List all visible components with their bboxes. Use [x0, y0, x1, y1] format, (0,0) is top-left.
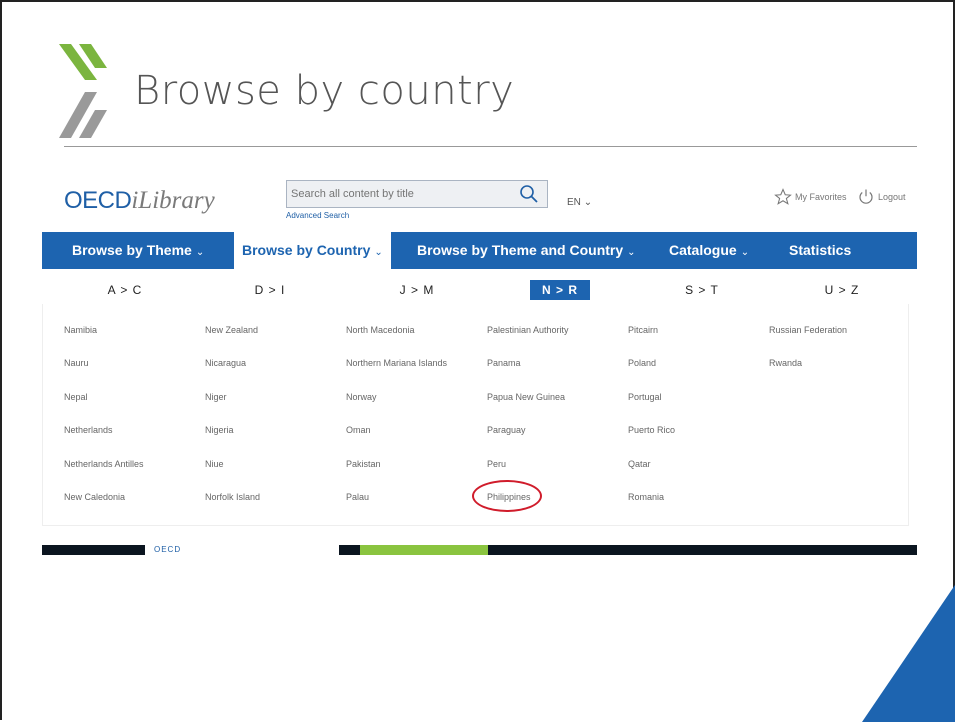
chevron-down-icon: ⌄ [740, 247, 750, 258]
slide-title: Browse by country [134, 68, 515, 114]
nav-browse-by-theme-and-country[interactable]: Browse by Theme and Country ⌄ [417, 232, 636, 269]
oecd-chevron-logo [59, 44, 107, 138]
power-icon [859, 189, 873, 204]
logo-primary: OECD [64, 187, 132, 214]
chevron-down-icon: ⌄ [195, 247, 205, 258]
country-link[interactable]: North Macedonia [346, 325, 415, 335]
country-link[interactable]: Romania [628, 492, 664, 502]
country-link[interactable]: Nepal [64, 392, 88, 402]
nav-browse-by-country[interactable]: Browse by Country ⌄ [234, 232, 391, 269]
letter-tab-n-r[interactable]: N > R [530, 280, 590, 300]
title-divider [64, 146, 917, 147]
country-link[interactable]: Russian Federation [769, 325, 847, 335]
country-link[interactable]: Paraguay [487, 425, 526, 435]
chevron-down-icon: ⌄ [583, 197, 593, 208]
country-link[interactable]: Northern Mariana Islands [346, 358, 447, 368]
star-icon [774, 188, 792, 205]
banner-logo: OECD [154, 545, 182, 554]
language-label: EN [567, 197, 581, 208]
country-link[interactable]: Peru [487, 459, 506, 469]
highlight-circle [472, 480, 542, 512]
oecd-ilibrary-logo[interactable]: OECDiLibrary [64, 187, 215, 215]
country-link[interactable]: Pakistan [346, 459, 381, 469]
country-link[interactable]: Palau [346, 492, 369, 502]
country-link[interactable]: Nigeria [205, 425, 234, 435]
country-link[interactable]: Norway [346, 392, 377, 402]
nav-label: Catalogue [669, 242, 737, 258]
country-link[interactable]: Rwanda [769, 358, 802, 368]
country-link[interactable]: Portugal [628, 392, 662, 402]
favorites-label: My Favorites [795, 192, 847, 202]
country-link[interactable]: Panama [487, 358, 521, 368]
country-link[interactable]: New Caledonia [64, 492, 125, 502]
country-link[interactable]: Pitcairn [628, 325, 658, 335]
chevron-down-icon: ⌄ [374, 247, 383, 258]
letter-tab-s-t[interactable]: S > T [672, 280, 732, 300]
country-link[interactable]: Poland [628, 358, 656, 368]
country-link[interactable]: Niue [205, 459, 224, 469]
corner-accent-shape [862, 584, 955, 722]
chevron-down-icon: ⌄ [627, 247, 636, 258]
search-icon[interactable] [519, 184, 539, 204]
country-link[interactable]: Qatar [628, 459, 651, 469]
logout-label: Logout [878, 192, 906, 202]
nav-label: Browse by Theme and Country [417, 242, 624, 258]
country-link[interactable]: Nauru [64, 358, 89, 368]
letter-tab-a-c[interactable]: A > C [95, 280, 155, 300]
language-selector[interactable]: EN ⌄ [567, 197, 592, 208]
search-box [286, 180, 548, 208]
nav-label: Browse by Country [242, 242, 371, 258]
country-link[interactable]: Nicaragua [205, 358, 246, 368]
country-link[interactable]: New Zealand [205, 325, 258, 335]
country-link[interactable]: Oman [346, 425, 371, 435]
country-link[interactable]: Namibia [64, 325, 97, 335]
country-link[interactable]: Palestinian Authority [487, 325, 569, 335]
logo-secondary: iLibrary [131, 187, 215, 214]
nav-label: Browse by Theme [72, 242, 192, 258]
country-link[interactable]: Puerto Rico [628, 425, 675, 435]
country-link[interactable]: Norfolk Island [205, 492, 260, 502]
country-link[interactable]: Papua New Guinea [487, 392, 565, 402]
my-favorites-link[interactable]: My Favorites [774, 188, 847, 206]
nav-statistics[interactable]: Statistics [789, 232, 851, 269]
nav-label: Statistics [789, 242, 852, 258]
banner-green-block [360, 545, 488, 555]
letter-tab-j-m[interactable]: J > M [387, 280, 447, 300]
search-input[interactable] [291, 181, 511, 207]
nav-catalogue[interactable]: Catalogue ⌄ [669, 232, 749, 269]
nav-browse-by-theme[interactable]: Browse by Theme ⌄ [72, 232, 204, 269]
country-link[interactable]: Niger [205, 392, 227, 402]
country-link[interactable]: Netherlands [64, 425, 113, 435]
letter-tab-d-i[interactable]: D > I [245, 280, 295, 300]
logout-link[interactable]: Logout [857, 188, 906, 206]
advanced-search-link[interactable]: Advanced Search [286, 211, 349, 220]
letter-tab-u-z[interactable]: U > Z [812, 280, 872, 300]
country-link[interactable]: Netherlands Antilles [64, 459, 144, 469]
main-navigation: Browse by Theme ⌄ Browse by Country ⌄ Brow… [42, 232, 917, 269]
slide: Browse by country OECDiLibrary Advanced … [0, 0, 955, 722]
